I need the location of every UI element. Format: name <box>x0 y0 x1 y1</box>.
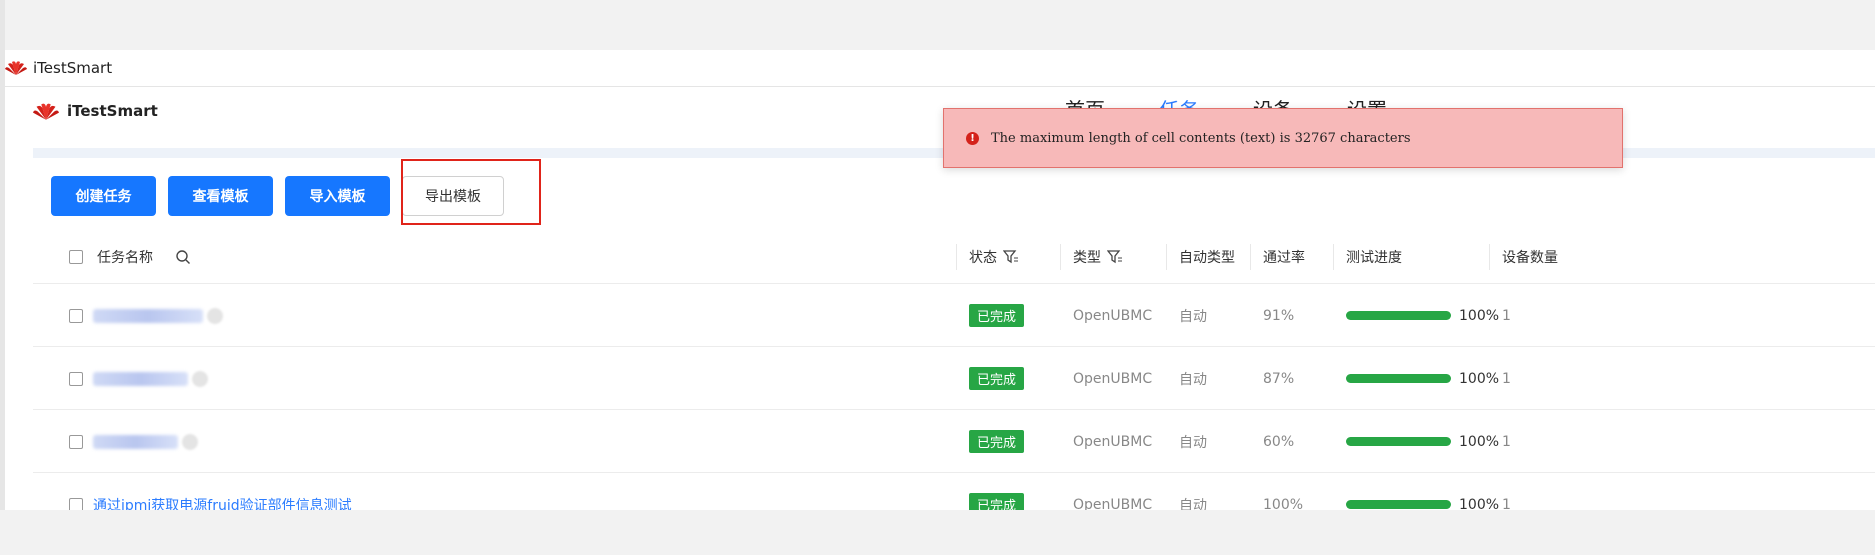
type-value: OpenUBMC <box>1073 370 1153 387</box>
column-type-label: 类型 <box>1073 249 1101 266</box>
brand-name: iTestSmart <box>67 102 158 120</box>
auto-type-value: 自动 <box>1179 308 1207 325</box>
column-status-label: 状态 <box>969 249 997 266</box>
table-header: 任务名称 状态 类型 自动类型 通过率 测试进度 设备数量 <box>33 230 1875 284</box>
desktop-background <box>0 510 1875 555</box>
column-progress-label: 测试进度 <box>1346 249 1402 266</box>
row-checkbox[interactable] <box>69 434 83 449</box>
error-icon: ! <box>966 131 979 145</box>
progress-bar <box>1346 500 1451 509</box>
device-count-value: 1 <box>1502 433 1511 450</box>
row-checkbox[interactable] <box>69 308 83 323</box>
column-status: 状态 <box>969 230 1019 283</box>
row-checkbox[interactable] <box>69 371 83 386</box>
column-name-label: 任务名称 <box>97 249 153 266</box>
auto-type-value: 自动 <box>1179 371 1207 388</box>
brand[interactable]: iTestSmart <box>33 102 158 120</box>
create-task-button[interactable]: 创建任务 <box>51 176 156 216</box>
table-row[interactable]: 已完成 OpenUBMC 自动 87% 100% 1 <box>33 348 1875 410</box>
filter-icon[interactable] <box>1107 249 1123 264</box>
filter-icon[interactable] <box>1003 249 1019 264</box>
column-auto-type-label: 自动类型 <box>1179 249 1235 266</box>
auto-type-value: 自动 <box>1179 434 1207 451</box>
table-row[interactable]: 已完成 OpenUBMC 自动 91% 100% 1 <box>33 285 1875 347</box>
progress-value: 100% <box>1459 307 1500 324</box>
status-badge: 已完成 <box>969 304 1025 327</box>
progress-bar <box>1346 311 1451 320</box>
view-template-button[interactable]: 查看模板 <box>168 176 273 216</box>
type-value: OpenUBMC <box>1073 307 1153 324</box>
status-badge: 已完成 <box>969 430 1025 453</box>
type-value: OpenUBMC <box>1073 433 1153 450</box>
pass-rate-value: 60% <box>1263 433 1295 450</box>
table-row[interactable]: 已完成 OpenUBMC 自动 60% 100% 1 <box>33 411 1875 473</box>
task-name-redacted[interactable] <box>93 348 208 409</box>
import-template-button[interactable]: 导入模板 <box>285 176 390 216</box>
highlight-annotation-box <box>401 159 541 225</box>
task-panel: 创建任务 查看模板 导入模板 导出模板 任务名称 状态 类型 自动类型 通过率 … <box>33 148 1875 536</box>
search-icon[interactable] <box>175 249 191 265</box>
device-count-value: 1 <box>1502 370 1511 387</box>
error-toast: ! The maximum length of cell contents (t… <box>943 108 1623 168</box>
progress-value: 100% <box>1459 433 1500 450</box>
column-type: 类型 <box>1073 230 1123 283</box>
pass-rate-value: 87% <box>1263 370 1295 387</box>
window-titlebar: iTestSmart <box>5 50 1875 87</box>
huawei-logo-icon <box>5 61 27 75</box>
task-name-redacted[interactable] <box>93 285 223 346</box>
huawei-logo-icon <box>33 103 59 120</box>
pass-rate-value: 91% <box>1263 307 1295 324</box>
device-count-value: 1 <box>1502 307 1511 324</box>
task-name-redacted[interactable] <box>93 411 198 472</box>
status-badge: 已完成 <box>969 367 1025 390</box>
progress-value: 100% <box>1459 370 1500 387</box>
column-name: 任务名称 <box>97 230 191 283</box>
progress-bar <box>1346 374 1451 383</box>
progress-bar <box>1346 437 1451 446</box>
column-device-count-label: 设备数量 <box>1502 249 1558 266</box>
select-all-checkbox[interactable] <box>69 249 83 264</box>
window-title: iTestSmart <box>33 59 113 77</box>
column-pass-rate-label: 通过率 <box>1263 249 1305 266</box>
toast-message: The maximum length of cell contents (tex… <box>991 130 1411 146</box>
